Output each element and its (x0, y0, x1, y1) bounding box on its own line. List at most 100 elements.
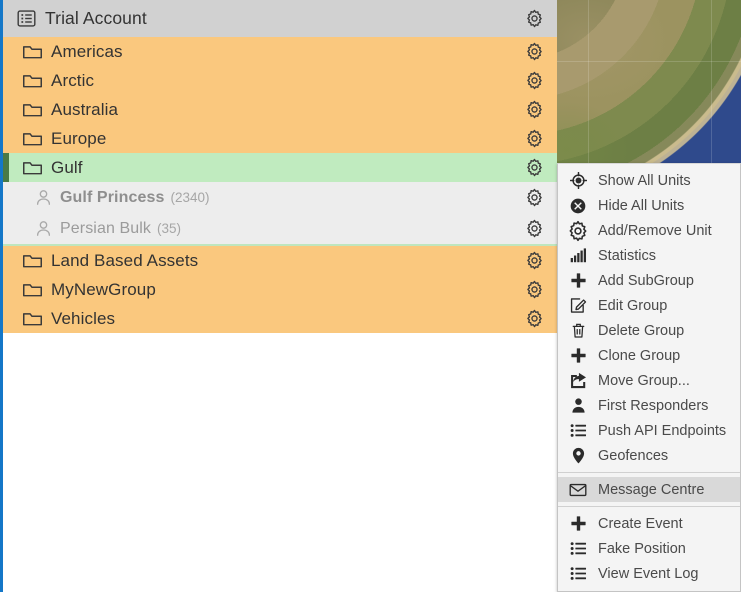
tree-row-label: Gulf Princess (60, 188, 165, 206)
menu-item-label: Add SubGroup (598, 272, 694, 289)
bar-chart-icon (567, 247, 589, 265)
gear-icon[interactable] (523, 8, 545, 30)
gear-icon[interactable] (523, 218, 545, 240)
envelope-icon (567, 481, 589, 499)
menu-item-label: Message Centre (598, 481, 705, 498)
gear-icon[interactable] (523, 250, 545, 272)
menu-item-label: Add/Remove Unit (598, 222, 712, 239)
person-icon (33, 187, 53, 209)
map-pin-icon (567, 447, 589, 465)
gear-icon[interactable] (523, 99, 545, 121)
plus-icon (567, 515, 589, 533)
tree-group-arctic[interactable]: Arctic (3, 66, 557, 95)
trash-icon (567, 322, 589, 340)
menu-item-view-event-log[interactable]: View Event Log (558, 561, 740, 586)
folder-icon (21, 157, 43, 179)
folder-icon (21, 128, 43, 150)
plus-icon (567, 272, 589, 290)
gear-icon[interactable] (523, 187, 545, 209)
menu-item-label: Statistics (598, 247, 657, 264)
gear-icon[interactable] (523, 128, 545, 150)
tree-group-vehicles[interactable]: Vehicles (3, 304, 557, 333)
group-tree-panel: Trial Account Americas Arctic Australia Euro… (0, 0, 557, 592)
crosshair-icon (567, 172, 589, 190)
menu-item-label: Push API Endpoints (598, 422, 727, 439)
menu-item-label: Edit Group (598, 297, 668, 314)
gear-icon (567, 220, 589, 241)
tree-header-trial-account[interactable]: Trial Account (3, 0, 557, 37)
tree-group-americas[interactable]: Americas (3, 37, 557, 66)
tree-row-label: Europe (51, 128, 107, 148)
list-icon (567, 565, 589, 583)
tree-group-land-based-assets[interactable]: Land Based Assets (3, 246, 557, 275)
folder-icon (21, 279, 43, 301)
folder-icon (21, 99, 43, 121)
menu-item-label: First Responders (598, 397, 709, 414)
menu-item-move-group[interactable]: Move Group... (558, 368, 740, 393)
tree-row-label: Persian Bulk (60, 219, 152, 237)
tree-group-gulf[interactable]: Gulf (3, 153, 557, 182)
menu-item-label: Geofences (598, 447, 669, 464)
folder-icon (21, 250, 43, 272)
menu-item-label: Hide All Units (598, 197, 685, 214)
menu-item-clone-group[interactable]: Clone Group (558, 343, 740, 368)
tree-row-label: Gulf (51, 157, 83, 177)
list-icon (567, 540, 589, 558)
gear-icon[interactable] (523, 279, 545, 301)
menu-item-add-subgroup[interactable]: Add SubGroup (558, 268, 740, 293)
menu-item-create-event[interactable]: Create Event (558, 511, 740, 536)
menu-item-add-remove-unit[interactable]: Add/Remove Unit (558, 218, 740, 243)
tree-row-unit-count: (2340) (170, 190, 210, 205)
menu-item-hide-all-units[interactable]: Hide All Units (558, 193, 740, 218)
tree-row-label: Vehicles (51, 308, 116, 328)
tree-row-unit-count: (35) (157, 221, 182, 236)
graticule-line-horizontal (557, 61, 741, 62)
menu-item-geofences[interactable]: Geofences (558, 443, 740, 468)
share-arrow-icon (567, 372, 589, 390)
menu-item-message-centre[interactable]: Message Centre (558, 477, 740, 502)
folder-icon (21, 70, 43, 92)
menu-separator (558, 472, 740, 473)
x-circle-icon (567, 197, 589, 215)
menu-item-show-all-units[interactable]: Show All Units (558, 168, 740, 193)
menu-item-first-responders[interactable]: First Responders (558, 393, 740, 418)
tree-group-europe[interactable]: Europe (3, 124, 557, 153)
gear-icon[interactable] (523, 157, 545, 179)
tree-unit-persian-bulk[interactable]: Persian Bulk (35) (3, 213, 557, 244)
list-icon (567, 422, 589, 440)
gear-icon[interactable] (523, 41, 545, 63)
plus-icon (567, 347, 589, 365)
menu-item-fake-position[interactable]: Fake Position (558, 536, 740, 561)
menu-item-statistics[interactable]: Statistics (558, 243, 740, 268)
tree-row-label: Arctic (51, 70, 95, 90)
list-grid-icon (15, 8, 37, 30)
tree-group-australia[interactable]: Australia (3, 95, 557, 124)
selected-accent-bar (3, 153, 9, 182)
gear-icon[interactable] (523, 70, 545, 92)
menu-item-label: Clone Group (598, 347, 681, 364)
menu-item-label: Show All Units (598, 172, 691, 189)
group-context-menu[interactable]: Show All Units Hide All Units Add/Remove U… (557, 163, 741, 592)
person-filled-icon (567, 397, 589, 415)
tree-row-label: Australia (51, 99, 119, 119)
menu-item-label: View Event Log (598, 565, 699, 582)
folder-icon (21, 308, 43, 330)
menu-item-edit-group[interactable]: Edit Group (558, 293, 740, 318)
menu-item-label: Create Event (598, 515, 683, 532)
person-icon (33, 218, 53, 240)
tree-row-label: Land Based Assets (51, 250, 199, 270)
application-window: Trial Account Americas Arctic Australia Euro… (0, 0, 741, 592)
tree-row-label: Americas (51, 41, 123, 61)
menu-item-label: Move Group... (598, 372, 690, 389)
menu-item-delete-group[interactable]: Delete Group (558, 318, 740, 343)
menu-item-label: Fake Position (598, 540, 686, 557)
menu-separator (558, 506, 740, 507)
tree-row-label: MyNewGroup (51, 279, 156, 299)
menu-item-push-api-endpoints[interactable]: Push API Endpoints (558, 418, 740, 443)
pencil-square-icon (567, 297, 589, 315)
gear-icon[interactable] (523, 308, 545, 330)
menu-item-label: Delete Group (598, 322, 685, 339)
tree-unit-gulf-princess[interactable]: Gulf Princess (2340) (3, 182, 557, 213)
tree-group-mynewgroup[interactable]: MyNewGroup (3, 275, 557, 304)
folder-icon (21, 41, 43, 63)
